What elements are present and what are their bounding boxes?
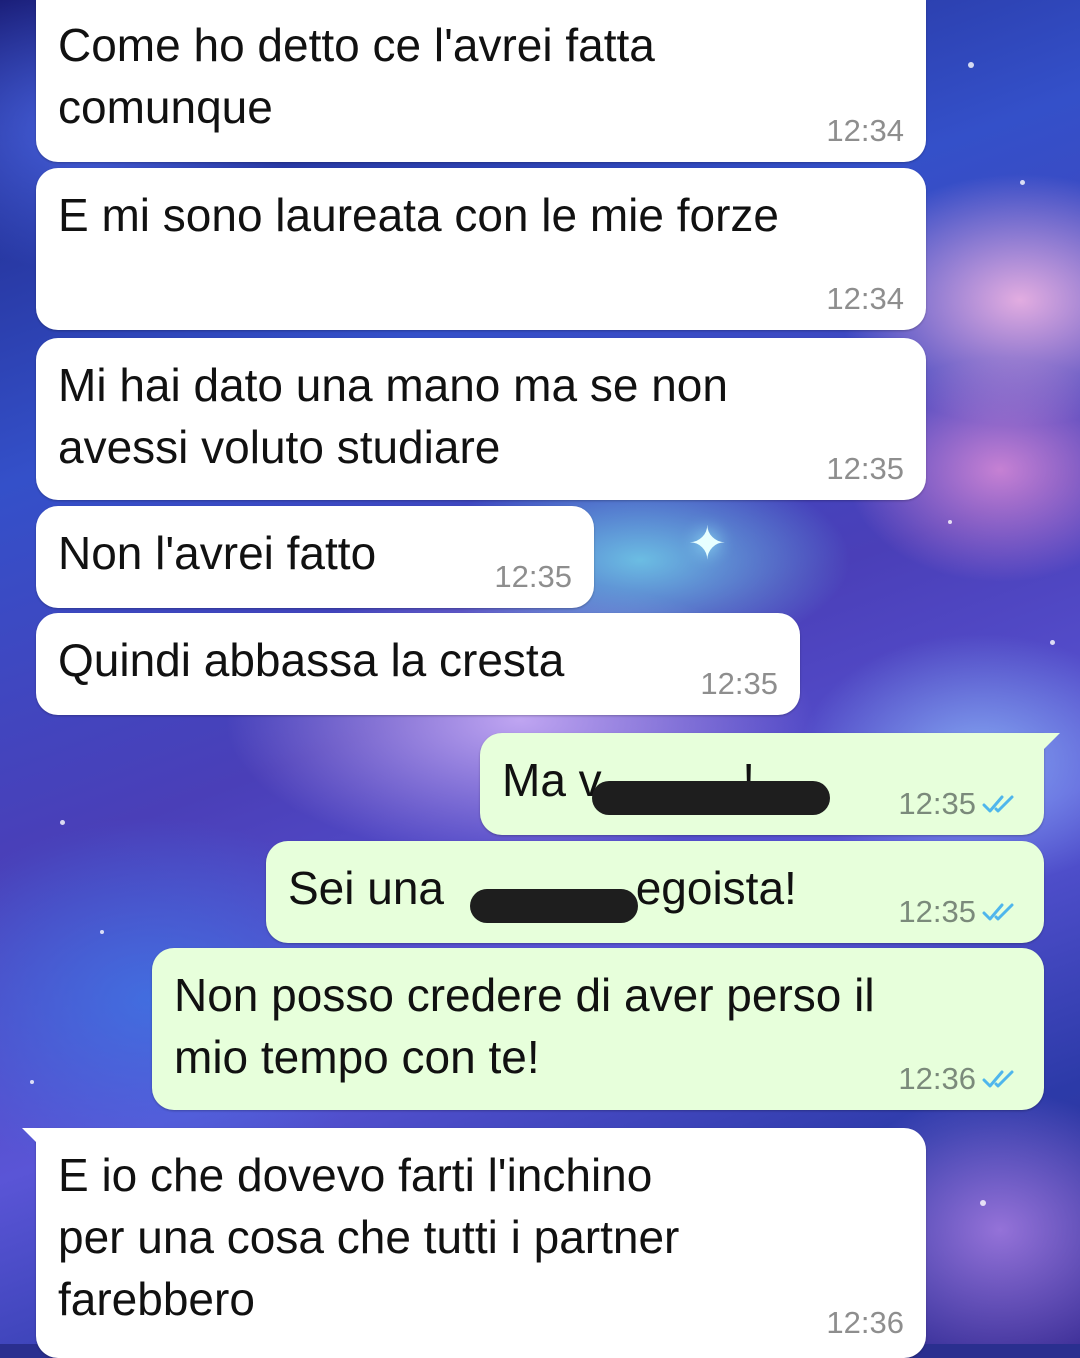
message-meta: 12:35 [898,895,1022,929]
message-time: 12:35 [494,559,572,594]
message-time: 12:34 [826,113,904,148]
message-meta: 12:34 [826,114,904,148]
outgoing-message[interactable]: Ma v ! 12:35 [480,733,1060,835]
message-meta: 12:35 [700,667,778,701]
message-text: Mi hai dato una mano ma se non avessi vo… [58,359,728,473]
wallpaper-star [1050,640,1055,645]
incoming-message[interactable]: Come ho detto ce l'avrei fatta comunque … [36,0,926,162]
wallpaper-star [1020,180,1025,185]
message-text: Non l'avrei fatto [58,527,377,579]
message-time: 12:36 [898,1061,976,1096]
bubble-tail [22,1128,48,1154]
sparkle-icon: ✦ [688,517,727,569]
outgoing-message[interactable]: Non posso credere di aver perso il mio t… [152,948,1044,1110]
message-meta: 12:35 [494,560,572,594]
message-text: Quindi abbassa la cresta [58,634,565,686]
message-meta: 12:34 [826,282,904,316]
redaction-mark [592,781,830,815]
message-time: 12:35 [700,666,778,701]
message-time: 12:34 [826,281,904,316]
message-meta: 12:36 [826,1306,904,1340]
redaction-mark [470,889,638,923]
message-text: Come ho detto ce l'avrei fatta comunque [58,19,655,133]
incoming-message[interactable]: E mi sono laureata con le mie forze 12:3… [36,168,926,330]
message-text: E io che dovevo farti l'inchino per una … [58,1149,680,1325]
read-double-tick-icon [982,795,1014,813]
incoming-message[interactable]: E io che dovevo farti l'inchino per una … [22,1128,926,1358]
message-time: 12:35 [826,451,904,486]
message-text: E mi sono laureata con le mie forze [58,189,780,241]
wallpaper-star [100,930,104,934]
incoming-message[interactable]: Non l'avrei fatto 12:35 [36,506,594,608]
message-time: 12:35 [898,786,976,821]
incoming-message[interactable]: Mi hai dato una mano ma se non avessi vo… [36,338,926,500]
bubble-tail [1034,733,1060,759]
wallpaper-star [948,520,952,524]
read-double-tick-icon [982,1070,1014,1088]
wallpaper-star [980,1200,986,1206]
outgoing-message[interactable]: Sei una egoista! 12:35 [266,841,1044,943]
incoming-message[interactable]: Quindi abbassa la cresta 12:35 [36,613,800,715]
message-time: 12:35 [898,894,976,929]
wallpaper-star [30,1080,34,1084]
wallpaper-star [60,820,65,825]
message-meta: 12:35 [826,452,904,486]
read-double-tick-icon [982,903,1014,921]
message-meta: 12:36 [898,1062,1022,1096]
message-meta: 12:35 [898,787,1022,821]
message-time: 12:36 [826,1305,904,1340]
wallpaper-star [968,62,974,68]
message-text: Non posso credere di aver perso il mio t… [174,969,875,1083]
